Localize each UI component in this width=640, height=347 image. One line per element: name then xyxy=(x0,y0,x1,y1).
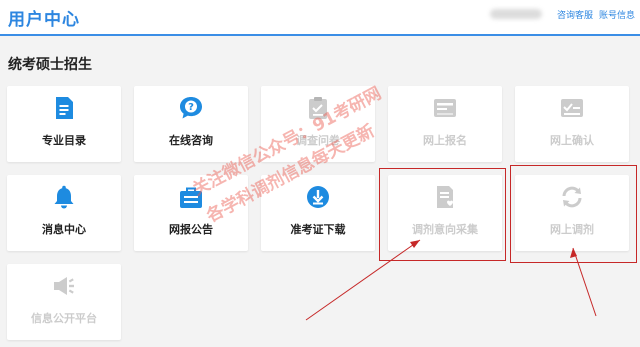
tile-online-consult[interactable]: ? 在线咨询 xyxy=(134,86,248,162)
tile-message-center[interactable]: 消息中心 xyxy=(7,175,121,251)
tile-online-registration[interactable]: 网上报名 xyxy=(388,86,502,162)
account-info-link[interactable]: 账号信息 xyxy=(599,8,635,21)
bell-icon xyxy=(54,185,74,209)
tile-label: 信息公开平台 xyxy=(31,312,97,325)
blurred-username xyxy=(490,9,542,19)
clipboard-icon xyxy=(309,97,327,119)
megaphone-icon xyxy=(54,277,74,295)
section-title: 统考硕士招生 xyxy=(8,57,92,73)
tile-label: 网报公告 xyxy=(169,223,213,236)
download-icon xyxy=(307,186,329,208)
id-card-icon xyxy=(434,99,456,117)
tile-survey[interactable]: 调查问卷 xyxy=(261,86,375,162)
header-bar: 用户中心 咨询客服 账号信息 xyxy=(0,0,640,36)
tile-major-catalog[interactable]: 专业目录 xyxy=(7,86,121,162)
document-list-icon xyxy=(56,97,73,119)
customer-service-link[interactable]: 咨询客服 xyxy=(557,8,593,21)
question-chat-icon: ? xyxy=(180,97,202,119)
tile-label: 在线咨询 xyxy=(169,134,213,147)
tile-admission-ticket-download[interactable]: 准考证下载 xyxy=(261,175,375,251)
tile-announcements[interactable]: 网报公告 xyxy=(134,175,248,251)
briefcase-icon xyxy=(180,187,202,208)
tile-label: 专业目录 xyxy=(42,134,86,147)
tile-online-confirmation[interactable]: 网上确认 xyxy=(515,86,629,162)
tile-label: 调查问卷 xyxy=(296,134,340,147)
tile-online-adjustment[interactable]: 网上调剂 xyxy=(515,175,629,251)
form-heart-icon xyxy=(437,186,453,208)
refresh-icon xyxy=(562,186,582,208)
page-title: 用户中心 xyxy=(8,10,80,30)
check-card-icon xyxy=(561,99,583,117)
tile-label: 消息中心 xyxy=(42,223,86,236)
tile-label: 网上确认 xyxy=(550,134,594,147)
tile-label: 准考证下载 xyxy=(290,223,346,236)
svg-text:?: ? xyxy=(188,102,194,113)
tile-adjustment-intent[interactable]: 调剂意向采集 xyxy=(388,175,502,251)
tile-label: 调剂意向采集 xyxy=(412,223,478,236)
tile-label: 网上报名 xyxy=(423,134,467,147)
tile-label: 网上调剂 xyxy=(550,223,594,236)
tile-info-disclosure[interactable]: 信息公开平台 xyxy=(7,264,121,340)
